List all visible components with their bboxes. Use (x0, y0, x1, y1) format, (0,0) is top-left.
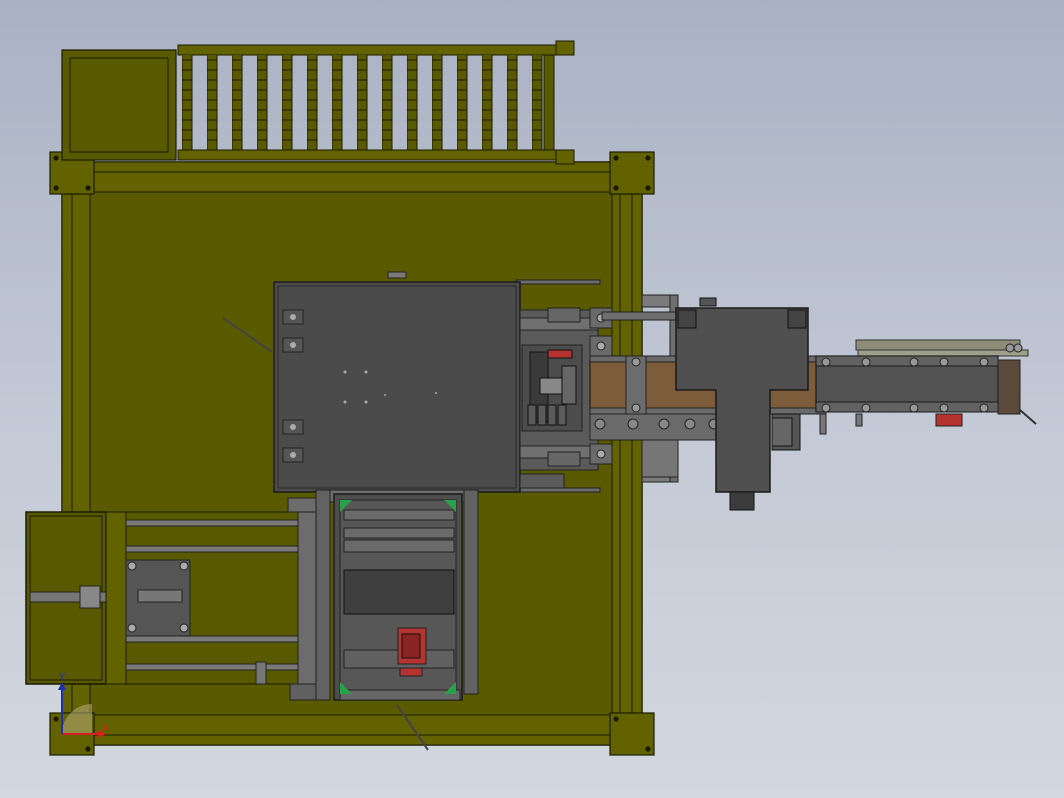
lift-cage (315, 489, 479, 701)
outfeed-conveyor (815, 339, 1037, 435)
pusher-rails (105, 497, 331, 701)
safety-railing (177, 40, 575, 165)
triad-y-label: Y (58, 672, 66, 683)
top-platform (61, 49, 177, 161)
assembly-top-view[interactable]: X Y (0, 0, 1064, 798)
triad-x-label: X (102, 723, 109, 734)
cad-viewport[interactable]: X Y (0, 0, 1064, 798)
